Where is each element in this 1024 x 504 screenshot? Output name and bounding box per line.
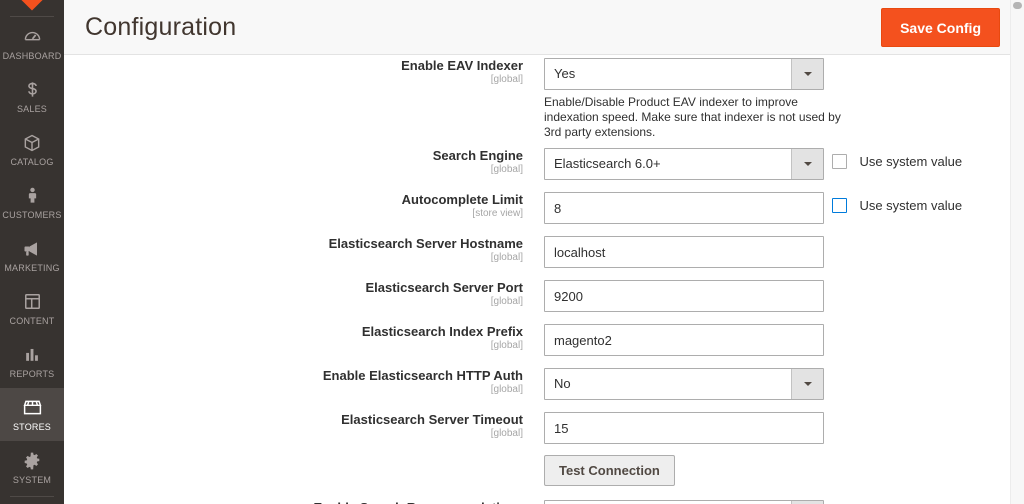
field-label-text: Search Engine — [432, 148, 523, 163]
field-label: Elasticsearch Server Port [global] — [64, 280, 535, 308]
field-label: Autocomplete Limit [store view] — [64, 192, 535, 220]
person-icon — [2, 185, 62, 207]
scrollbar-thumb[interactable] — [1013, 2, 1022, 9]
field-control: No — [544, 368, 824, 400]
chevron-down-icon[interactable] — [791, 369, 823, 399]
field-control — [544, 236, 824, 268]
magento-logo-diamond-icon — [16, 0, 48, 11]
field-control — [544, 192, 824, 224]
field-hint: Enable/Disable Product EAV indexer to im… — [544, 95, 841, 139]
save-config-button[interactable]: Save Config — [881, 8, 1000, 47]
select-value: Elasticsearch 6.0+ — [554, 156, 661, 171]
sidebar-item-stores[interactable]: STORES — [0, 388, 64, 441]
magento-logo[interactable] — [0, 0, 64, 14]
sidebar-item-marketing[interactable]: MARKETING — [0, 229, 64, 282]
sidebar-item-label: SALES — [16, 104, 48, 114]
use-system-value-checkbox[interactable] — [832, 154, 847, 169]
sidebar-item-customers[interactable]: CUSTOMERS — [0, 176, 64, 229]
select-value: No — [554, 376, 571, 391]
field-label: Enable Search Recommendations — [64, 500, 535, 504]
box-icon — [2, 132, 62, 154]
use-system-value-label[interactable]: Use system value — [859, 154, 962, 169]
configuration-form: Enable EAV Indexer [global] Yes Enable/D… — [64, 55, 1010, 504]
field-control: Elasticsearch 6.0+ — [544, 148, 824, 180]
enable-eav-indexer-select[interactable]: Yes — [544, 58, 824, 90]
field-control: Yes — [544, 58, 824, 90]
page-title: Configuration — [85, 13, 237, 41]
sidebar-item-label: SYSTEM — [12, 475, 52, 485]
field-label: Elasticsearch Server Hostname [global] — [64, 236, 535, 264]
page-header: Configuration Save Config — [64, 0, 1024, 55]
sidebar-item-catalog[interactable]: CATALOG — [0, 123, 64, 176]
chevron-down-icon[interactable] — [791, 59, 823, 89]
sidebar-item-dashboard[interactable]: DASHBOARD — [0, 17, 64, 70]
enable-elasticsearch-http-auth-select[interactable]: No — [544, 368, 824, 400]
field-scope: [global] — [490, 252, 523, 263]
field-label-text: Enable EAV Indexer — [401, 58, 523, 73]
bar-chart-icon — [2, 344, 62, 366]
sidebar-item-label: STORES — [12, 422, 52, 432]
sidebar-item-system[interactable]: SYSTEM — [0, 441, 64, 494]
dollar-sign-icon — [2, 79, 62, 101]
megaphone-icon — [2, 238, 62, 260]
field-control — [544, 324, 824, 356]
use-system-value-label[interactable]: Use system value — [859, 198, 962, 213]
field-control — [544, 500, 824, 504]
elasticsearch-index-prefix-input[interactable] — [544, 324, 824, 356]
field-label: Enable EAV Indexer [global] — [64, 58, 535, 86]
field-label-text: Elasticsearch Server Timeout — [341, 412, 523, 427]
field-label-text: Elasticsearch Server Port — [365, 280, 523, 295]
field-control — [544, 280, 824, 312]
sidebar-item-find-partners[interactable]: FIND PARTNERS & EXTENSIONS — [0, 497, 64, 504]
use-system-value-checkbox[interactable] — [832, 198, 847, 213]
page-scrollbar[interactable] — [1010, 0, 1024, 504]
test-connection-button[interactable]: Test Connection — [544, 455, 675, 486]
field-label: Elasticsearch Index Prefix [global] — [64, 324, 535, 352]
elasticsearch-server-port-input[interactable] — [544, 280, 824, 312]
sidebar-item-label: CUSTOMERS — [2, 210, 62, 220]
enable-search-recommendations-select[interactable] — [544, 500, 824, 504]
storefront-awning-icon — [2, 397, 62, 419]
elasticsearch-server-timeout-input[interactable] — [544, 412, 824, 444]
field-scope: [global] — [490, 340, 523, 351]
select-value: Yes — [554, 66, 576, 81]
field-scope: [global] — [490, 74, 523, 85]
sidebar-item-sales[interactable]: SALES — [0, 70, 64, 123]
sidebar-item-label: DASHBOARD — [2, 51, 62, 61]
sidebar-item-label: CATALOG — [10, 157, 54, 167]
field-scope: [global] — [490, 296, 523, 307]
field-scope: [global] — [490, 384, 523, 395]
sidebar-item-label: CONTENT — [9, 316, 55, 326]
chevron-down-icon[interactable] — [791, 149, 823, 179]
gear-icon — [2, 450, 62, 472]
field-label-text: Enable Elasticsearch HTTP Auth — [322, 368, 523, 383]
admin-sidebar-nav: DASHBOARD SALES CATALOG CUSTOMERS MARKET… — [0, 0, 64, 504]
field-scope: [global] — [490, 164, 523, 175]
field-control — [544, 412, 824, 444]
use-system-value-group: Use system value — [832, 153, 962, 171]
sidebar-item-reports[interactable]: REPORTS — [0, 335, 64, 388]
field-label-text: Elasticsearch Index Prefix — [361, 324, 523, 339]
field-label: Enable Elasticsearch HTTP Auth [global] — [64, 368, 535, 396]
magento-admin-configuration-page: DASHBOARD SALES CATALOG CUSTOMERS MARKET… — [0, 0, 1024, 504]
autocomplete-limit-input[interactable] — [544, 192, 824, 224]
dashboard-gauge-icon — [2, 26, 62, 48]
field-label-text: Autocomplete Limit — [401, 192, 523, 207]
field-scope: [store view] — [472, 208, 523, 219]
sidebar-item-label: MARKETING — [4, 263, 60, 273]
use-system-value-group: Use system value — [832, 197, 962, 215]
field-label-text: Elasticsearch Server Hostname — [328, 236, 523, 251]
field-label-text: Enable Search Recommendations — [313, 500, 523, 504]
field-label: Search Engine [global] — [64, 148, 535, 176]
field-label: Elasticsearch Server Timeout [global] — [64, 412, 535, 440]
search-engine-select[interactable]: Elasticsearch 6.0+ — [544, 148, 824, 180]
layout-panel-icon — [2, 291, 62, 313]
sidebar-item-content[interactable]: CONTENT — [0, 282, 64, 335]
elasticsearch-server-hostname-input[interactable] — [544, 236, 824, 268]
sidebar-item-label: REPORTS — [9, 369, 55, 379]
field-scope: [global] — [490, 428, 523, 439]
